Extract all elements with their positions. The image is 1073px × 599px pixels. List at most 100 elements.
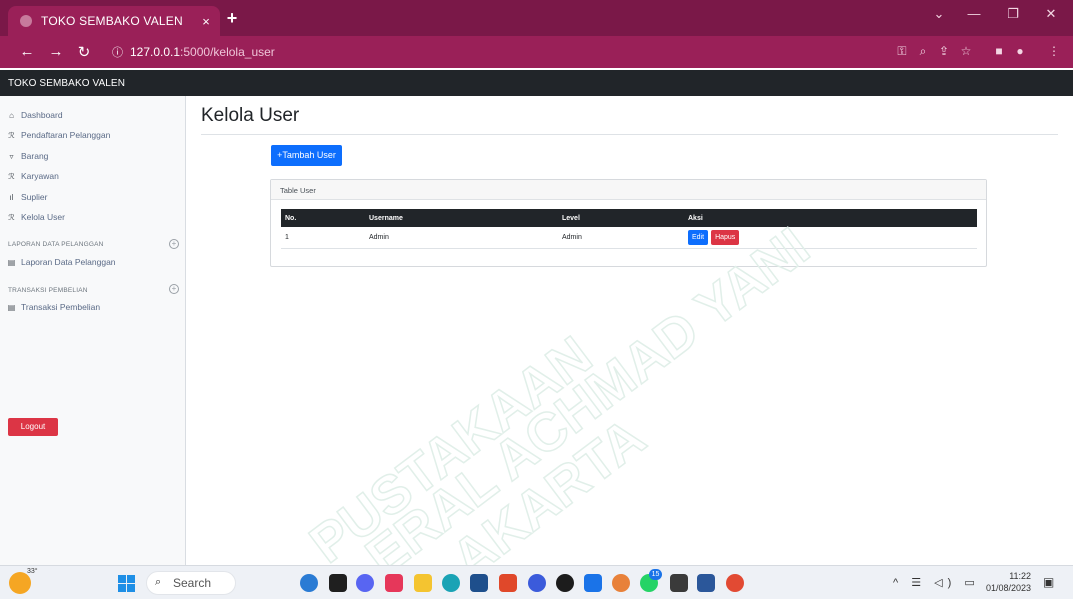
sidebar-item-pendaftaran[interactable]: ℛ Pendaftaran Pelanggan	[7, 130, 110, 140]
document-icon: ▤	[7, 302, 16, 312]
sidebar-item-label: Kelola User	[21, 212, 65, 222]
profile-avatar-icon[interactable]: ●	[1012, 44, 1028, 58]
app-icon[interactable]	[528, 574, 546, 592]
search-label: Search	[173, 576, 212, 590]
browser-tab[interactable]: TOKO SEMBAKO VALEN ×	[8, 6, 220, 36]
table-header-row: No. Username Level Aksi	[281, 209, 977, 227]
sidebar-item-transaksi[interactable]: ▤ Transaksi Pembelian	[7, 302, 100, 312]
new-tab-button[interactable]: +	[222, 8, 242, 29]
document-icon: ▤	[7, 257, 16, 267]
sublime-icon[interactable]	[499, 574, 517, 592]
sidebar-item-label: Barang	[21, 151, 49, 161]
sidebar-item-kelola-user[interactable]: ℛ Kelola User	[7, 212, 65, 222]
sidebar-item-label: Karyawan	[21, 171, 59, 181]
notification-icon[interactable]: ▣	[1043, 575, 1054, 589]
minimize-icon[interactable]: —	[964, 6, 984, 21]
terminal-app-icon[interactable]	[329, 574, 347, 592]
weather-temperature: 33°	[27, 568, 38, 575]
share-icon[interactable]: ⇪	[936, 44, 952, 58]
tab-search-icon[interactable]: ⌄	[929, 6, 949, 22]
menu-icon[interactable]: ⋮	[1046, 44, 1062, 58]
chat-app-icon[interactable]	[356, 574, 374, 592]
app-icon[interactable]	[385, 574, 403, 592]
tab-title: TOKO SEMBAKO VALEN	[41, 14, 183, 28]
table-row: 1 Admin Admin Edit Hapus	[281, 227, 977, 249]
sidebar-item-suplier[interactable]: ıl Suplier	[7, 192, 48, 202]
word-icon[interactable]	[697, 574, 715, 592]
sidebar-item-barang[interactable]: ▿ Barang	[7, 151, 48, 161]
address-bar[interactable]: ⓘ 127.0.0.1:5000/kelola_user	[106, 41, 991, 63]
vscode-icon[interactable]	[584, 574, 602, 592]
sidebar: ⌂ Dashboard ℛ Pendaftaran Pelanggan ▿ Ba…	[0, 96, 186, 565]
delete-button[interactable]: Hapus	[711, 229, 740, 245]
github-icon[interactable]	[556, 574, 574, 592]
card-header: Table User	[271, 180, 986, 200]
clock[interactable]: 11:22 01/08/2023	[986, 570, 1031, 594]
expand-plus-icon[interactable]: +	[169, 284, 179, 294]
sidebar-item-label: Suplier	[21, 192, 48, 202]
start-button[interactable]	[118, 575, 135, 592]
users-icon: ℛ	[8, 130, 15, 140]
column-header-level: Level	[558, 209, 684, 227]
taskbar-search[interactable]: ⌕ Search	[146, 571, 236, 595]
zoom-icon[interactable]: ⌕	[915, 44, 931, 59]
user-icon: ℛ	[8, 212, 15, 222]
cell-actions: Edit Hapus	[684, 227, 977, 249]
edge-icon[interactable]	[442, 574, 460, 592]
column-header-no: No.	[281, 209, 365, 227]
user-table-card: Table User No. Username Level Aksi 1 Adm…	[270, 179, 987, 267]
taskbar: 33° ⌕ Search 15 ^ ☰ ◁) ▭ 11:22 01/08/202…	[0, 565, 1073, 599]
store-icon[interactable]	[470, 574, 488, 592]
search-icon: ⌕	[155, 576, 162, 588]
browser-toolbar: ← → ↻ ⓘ 127.0.0.1:5000/kelola_user ⚿ ⌕ ⇪…	[0, 36, 1073, 68]
user-table: No. Username Level Aksi 1 Admin Admin Ed…	[281, 209, 977, 249]
sidepanel-icon[interactable]: ■	[991, 44, 1007, 58]
key-icon[interactable]: ⚿	[894, 44, 910, 59]
sidebar-item-dashboard[interactable]: ⌂ Dashboard	[7, 110, 63, 120]
forward-icon[interactable]: →	[47, 43, 65, 60]
bar-chart-icon: ıl	[9, 192, 14, 202]
app-brand[interactable]: TOKO SEMBAKO VALEN	[8, 78, 125, 89]
logout-button[interactable]: Logout	[8, 418, 58, 436]
firefox-icon[interactable]	[612, 574, 630, 592]
system-tray[interactable]: ^ ☰ ◁) ▭	[893, 576, 980, 589]
watermark-line: AKARTA	[441, 407, 656, 590]
close-window-icon[interactable]: ✕	[1041, 6, 1061, 22]
browser-tab-strip: TOKO SEMBAKO VALEN × + ⌄ — ❐ ✕	[0, 0, 1073, 36]
copilot-icon[interactable]	[300, 574, 318, 592]
section-heading-transaksi: TRANSAKSI PEMBELIAN	[8, 287, 88, 294]
back-icon[interactable]: ←	[18, 43, 36, 60]
add-user-button[interactable]: +Tambah User	[271, 145, 342, 166]
column-header-username: Username	[365, 209, 558, 227]
url-path: :5000/kelola_user	[180, 45, 275, 59]
expand-plus-icon[interactable]: +	[169, 239, 179, 249]
sidebar-item-laporan[interactable]: ▤ Laporan Data Pelanggan	[7, 257, 116, 267]
clock-time: 11:22	[1009, 571, 1032, 581]
edit-button[interactable]: Edit	[688, 229, 709, 245]
bookmark-star-icon[interactable]: ☆	[958, 44, 974, 58]
chrome-icon[interactable]	[726, 574, 744, 592]
clock-date: 01/08/2023	[986, 583, 1032, 593]
users-icon: ℛ	[8, 171, 15, 181]
sidebar-item-karyawan[interactable]: ℛ Karyawan	[7, 171, 59, 181]
cell-username: Admin	[365, 227, 558, 249]
tab-close-icon[interactable]: ×	[196, 14, 216, 29]
notification-badge: 15	[649, 569, 662, 580]
weather-icon[interactable]	[9, 572, 31, 594]
cell-no: 1	[281, 227, 365, 249]
url-host: 127.0.0.1	[130, 45, 181, 59]
favicon-icon	[20, 15, 32, 27]
sidebar-item-label: Dashboard	[21, 110, 63, 120]
cell-level: Admin	[558, 227, 684, 249]
file-explorer-icon[interactable]	[414, 574, 432, 592]
watermark-line: PUSTAKAAN	[299, 325, 603, 575]
site-info-icon[interactable]: ⓘ	[112, 44, 123, 60]
sidebar-item-label: Pendaftaran Pelanggan	[21, 130, 111, 140]
sidebar-item-label: Transaksi Pembelian	[21, 302, 101, 312]
cart-icon: ▿	[9, 151, 14, 161]
section-heading-laporan: LAPORAN DATA PELANGGAN	[8, 241, 104, 248]
restore-icon[interactable]: ❐	[1003, 6, 1023, 22]
reload-icon[interactable]: ↻	[75, 43, 93, 61]
terminal-icon[interactable]	[670, 574, 688, 592]
column-header-aksi: Aksi	[684, 209, 977, 227]
